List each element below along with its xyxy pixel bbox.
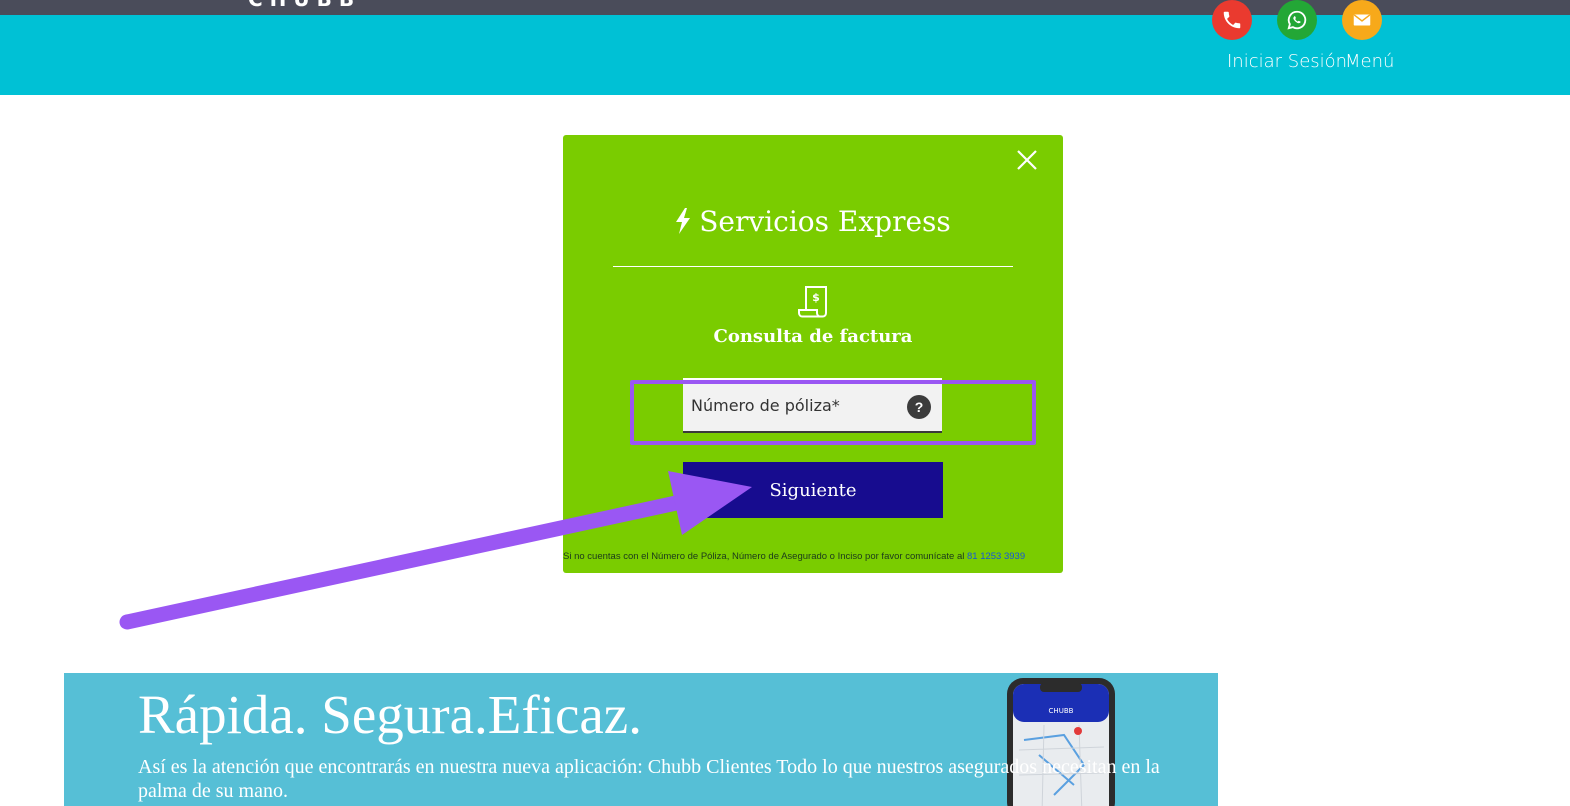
footnote-text: Si no cuentas con el Número de Póliza, N…: [563, 551, 965, 562]
banner-description: Así es la atención que encontrarás en nu…: [138, 756, 1160, 802]
lightning-icon: [676, 208, 691, 234]
menu-link[interactable]: Menú: [1345, 51, 1394, 72]
app-promo-banner: Rápida. Segura.Eficaz. CHUBB Así es la a…: [64, 673, 1218, 806]
top-strip: CHUBB: [0, 0, 1570, 15]
support-phone-link[interactable]: 81 1253 3939: [967, 551, 1025, 562]
help-footnote: Si no cuentas con el Número de Póliza, N…: [563, 551, 1063, 562]
express-services-modal: Servicios Express $ Consulta de factura …: [563, 135, 1063, 573]
site-header: Iniciar Sesión Menú: [0, 0, 1570, 95]
svg-text:$: $: [812, 291, 820, 304]
receipt-icon: $: [798, 286, 827, 318]
phone-screen-logo: CHUBB: [1049, 707, 1074, 715]
modal-subtitle: Consulta de factura: [713, 326, 913, 347]
whatsapp-icon[interactable]: [1277, 0, 1317, 40]
phone-icon[interactable]: [1212, 0, 1252, 40]
banner-title: Rápida. Segura.Eficaz.: [138, 684, 642, 745]
modal-title: Servicios Express: [563, 205, 1063, 238]
policy-number-input[interactable]: [683, 380, 903, 431]
help-icon[interactable]: ?: [907, 395, 931, 419]
title-divider: [613, 266, 1013, 267]
policy-number-field: ?: [683, 378, 942, 433]
mail-icon[interactable]: [1342, 0, 1382, 40]
login-link[interactable]: Iniciar Sesión: [1227, 51, 1347, 72]
modal-title-text: Servicios Express: [699, 205, 951, 238]
close-icon[interactable]: [1015, 148, 1039, 172]
next-button[interactable]: Siguiente: [683, 462, 943, 518]
chubb-logo[interactable]: CHUBB: [248, 0, 361, 11]
